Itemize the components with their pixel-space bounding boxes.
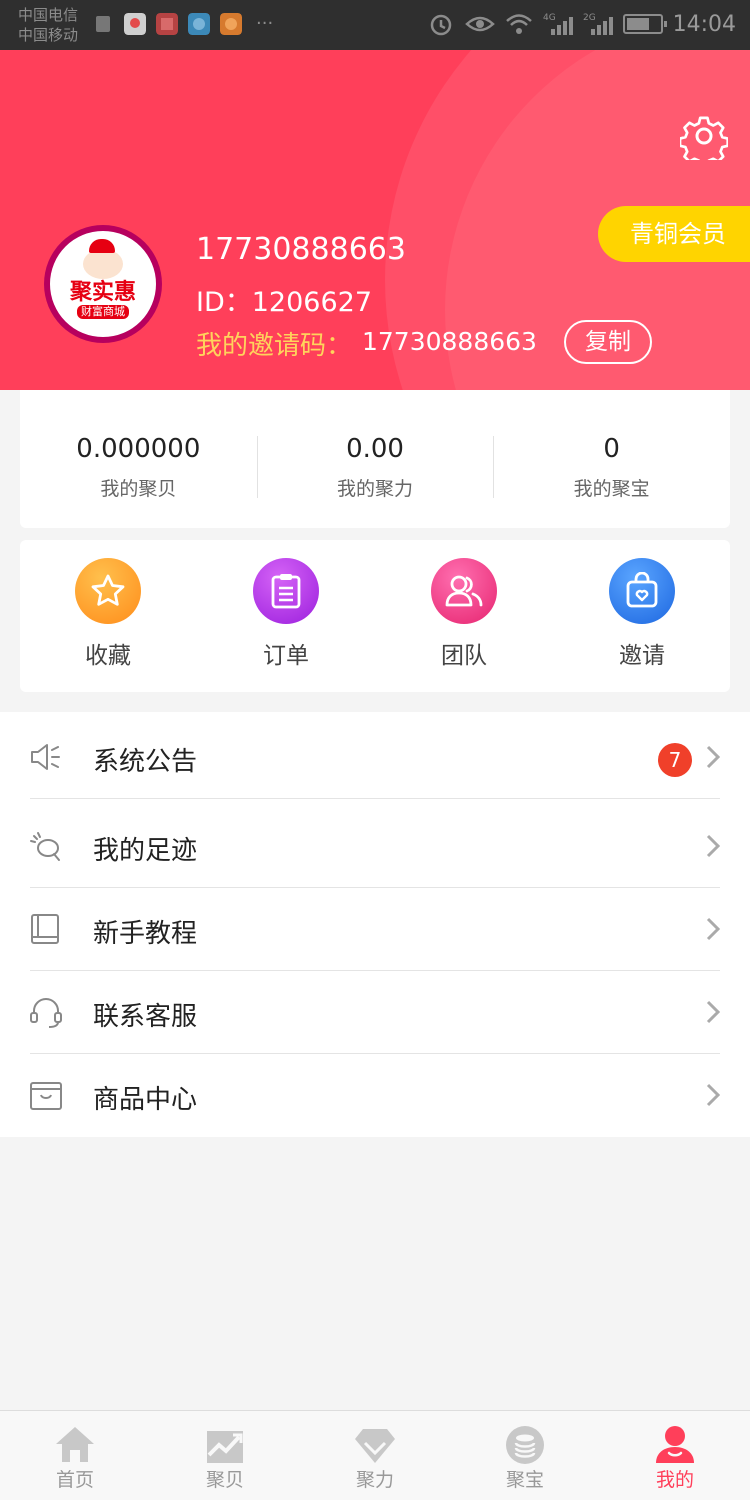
carrier-info: 中国电信 中国移动 bbox=[18, 5, 78, 45]
status-bar: 中国电信 中国移动 ··· 4G 2G 14:04 bbox=[0, 0, 750, 50]
user-icon bbox=[656, 1426, 694, 1463]
quick-action-label: 邀请 bbox=[619, 643, 665, 669]
alarm-icon bbox=[430, 14, 451, 36]
avatar-subtitle: 财富商城 bbox=[77, 305, 129, 319]
avatar[interactable]: 聚实惠 财富商城 bbox=[44, 225, 162, 343]
news-app-icon bbox=[156, 13, 178, 35]
coin-stack-icon bbox=[506, 1426, 544, 1464]
box-icon bbox=[30, 1082, 62, 1110]
menu-item-label: 联系客服 bbox=[93, 1002, 198, 1032]
menu-item-tutorial[interactable]: 新手教程 bbox=[0, 887, 750, 971]
tab-label: 我的 bbox=[655, 1469, 694, 1491]
avatar-title: 聚实惠 bbox=[69, 280, 136, 305]
system-icons: 4G 2G 14:04 bbox=[427, 10, 736, 38]
home-icon bbox=[56, 1427, 94, 1462]
trend-icon bbox=[207, 1431, 243, 1463]
signal-4g-icon: 4G bbox=[543, 13, 573, 35]
tab-mine[interactable]: 我的 bbox=[600, 1411, 750, 1500]
signal-4g-label: 4G bbox=[543, 13, 556, 23]
team-icon bbox=[431, 558, 497, 624]
stat-value: 0.000000 bbox=[76, 434, 201, 464]
stat-value: 0 bbox=[603, 434, 620, 464]
unread-count-badge: 7 bbox=[658, 743, 692, 777]
avatar-logo: 聚实惠 财富商城 bbox=[50, 231, 156, 337]
stat-label: 我的聚宝 bbox=[573, 478, 650, 500]
tab-jubao[interactable]: 聚宝 bbox=[450, 1411, 600, 1500]
stat-jubao[interactable]: 0 我的聚宝 bbox=[493, 390, 730, 528]
chevron-right-icon bbox=[706, 917, 720, 941]
headset-icon bbox=[30, 998, 62, 1028]
tab-home[interactable]: 首页 bbox=[0, 1411, 150, 1500]
copy-invite-button[interactable]: 复制 bbox=[564, 320, 652, 364]
invite-code-value: 17730888663 bbox=[362, 327, 537, 356]
carrier-2: 中国移动 bbox=[18, 26, 79, 44]
map-app-icon bbox=[124, 13, 146, 35]
stat-value: 0.00 bbox=[346, 434, 404, 464]
menu-item-label: 商品中心 bbox=[93, 1085, 198, 1115]
clipboard-icon bbox=[253, 558, 319, 624]
invite-bag-icon bbox=[609, 558, 675, 624]
menu-item-product-center[interactable]: 商品中心 bbox=[0, 1053, 750, 1137]
tab-label: 聚力 bbox=[355, 1469, 394, 1491]
menu-item-announcements[interactable]: 系统公告 7 bbox=[0, 715, 750, 799]
bottom-tab-bar: 首页 聚贝 聚力 聚宝 我的 bbox=[0, 1410, 750, 1500]
settings-menu: 系统公告 7 我的足迹 新手教程 联系客服 商品中心 bbox=[0, 712, 750, 1137]
battery-level bbox=[626, 18, 649, 30]
wifi-icon bbox=[505, 14, 532, 34]
speaker-icon bbox=[31, 744, 60, 770]
diamond-icon bbox=[355, 1429, 395, 1463]
menu-item-footprints[interactable]: 我的足迹 bbox=[0, 804, 750, 888]
menu-item-customer-service[interactable]: 联系客服 bbox=[0, 970, 750, 1054]
stat-label: 我的聚力 bbox=[337, 478, 414, 500]
divider bbox=[30, 798, 720, 799]
tab-jubei[interactable]: 聚贝 bbox=[150, 1411, 300, 1500]
stats-card: 0.000000 我的聚贝 0.00 我的聚力 0 我的聚宝 bbox=[20, 390, 730, 528]
clock: 14:04 bbox=[672, 11, 736, 37]
chevron-right-icon bbox=[706, 1000, 720, 1024]
tab-label: 聚宝 bbox=[505, 1469, 544, 1491]
quick-action-invite[interactable]: 邀请 bbox=[582, 558, 702, 670]
user-phone: 17730888663 bbox=[196, 232, 406, 267]
menu-item-label: 系统公告 bbox=[93, 747, 198, 777]
shop-app-icon bbox=[220, 13, 242, 35]
footprint-icon bbox=[30, 832, 60, 861]
quick-action-orders[interactable]: 订单 bbox=[226, 558, 346, 670]
notification-icons: ··· bbox=[92, 13, 273, 35]
signal-2g-label: 2G bbox=[583, 13, 596, 23]
chevron-right-icon bbox=[706, 1083, 720, 1107]
chat-app-icon bbox=[188, 13, 210, 35]
menu-item-label: 新手教程 bbox=[93, 919, 198, 949]
quick-action-label: 订单 bbox=[263, 643, 309, 669]
star-icon bbox=[75, 558, 141, 624]
eye-icon bbox=[464, 16, 495, 32]
battery-icon bbox=[622, 14, 667, 34]
tab-juli[interactable]: 聚力 bbox=[300, 1411, 450, 1500]
menu-item-label: 我的足迹 bbox=[93, 836, 198, 866]
settings-gear-icon[interactable] bbox=[680, 112, 728, 160]
quick-actions: 收藏 订单 团队 邀请 bbox=[20, 540, 730, 692]
tab-label: 聚贝 bbox=[205, 1469, 244, 1491]
avatar-mascot-icon bbox=[83, 239, 123, 279]
quick-action-favorites[interactable]: 收藏 bbox=[48, 558, 168, 670]
sim-icon bbox=[96, 16, 110, 32]
quick-action-label: 收藏 bbox=[85, 643, 131, 669]
chevron-right-icon bbox=[706, 745, 720, 769]
quick-action-label: 团队 bbox=[441, 643, 487, 669]
stat-label: 我的聚贝 bbox=[100, 478, 177, 500]
tab-label: 首页 bbox=[55, 1469, 94, 1491]
chevron-right-icon bbox=[706, 834, 720, 858]
book-icon bbox=[31, 914, 59, 944]
more-notifications-icon: ··· bbox=[256, 13, 274, 34]
invite-code-label: 我的邀请码： bbox=[196, 331, 353, 361]
member-level-badge[interactable]: 青铜会员 bbox=[598, 206, 750, 262]
stat-jubei[interactable]: 0.000000 我的聚贝 bbox=[20, 390, 257, 528]
quick-action-team[interactable]: 团队 bbox=[404, 558, 524, 670]
carrier-1: 中国电信 bbox=[18, 6, 79, 24]
stat-juli[interactable]: 0.00 我的聚力 bbox=[256, 390, 494, 528]
user-id: ID：1206627 bbox=[196, 287, 373, 318]
signal-2g-icon: 2G bbox=[583, 13, 613, 35]
